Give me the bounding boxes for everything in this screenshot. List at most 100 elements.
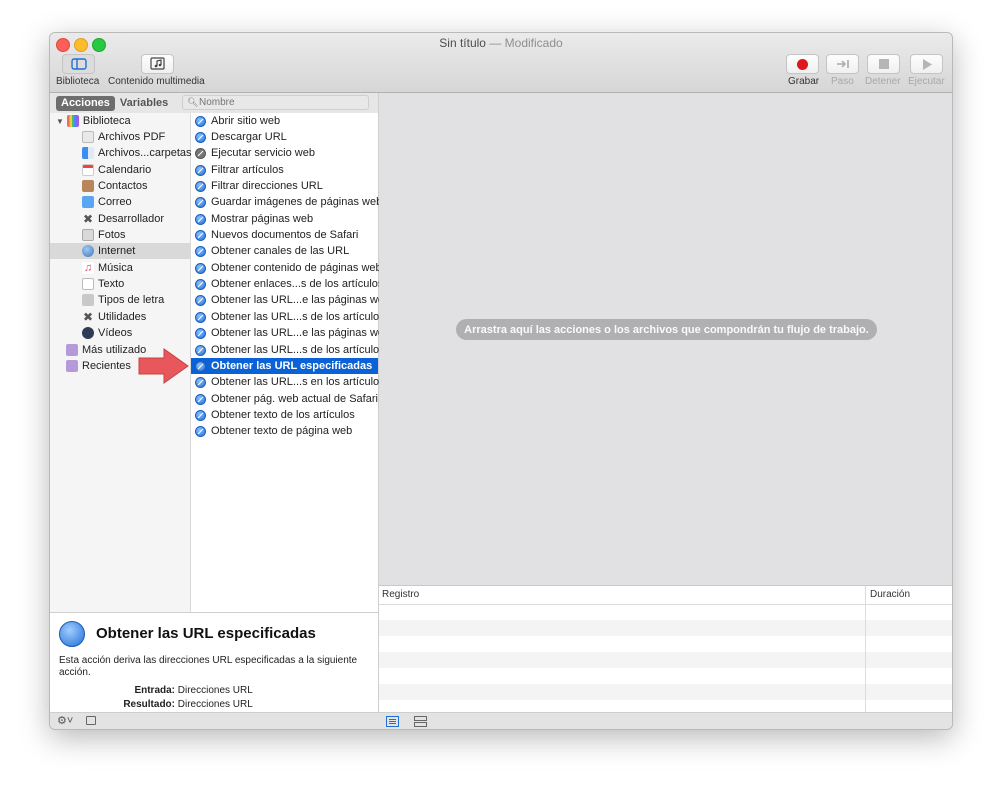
library-recent[interactable]: Recientes [66,358,131,374]
library-item[interactable]: Fotos [82,227,126,243]
library-item-label: Calendario [98,164,152,176]
description-title: Obtener las URL especificadas [96,625,316,642]
library-item[interactable]: Texto [82,276,124,292]
library-item[interactable]: Contactos [82,178,148,194]
library-item[interactable]: Calendario [82,162,151,178]
safari-icon [195,213,206,225]
action-item-selected[interactable]: Obtener las URL especificadas [191,358,378,374]
action-item[interactable]: Nuevos documentos de Safari [191,227,378,243]
action-item[interactable]: Obtener las URL...s de los artículos [191,309,385,325]
result-value: Direcciones URL [177,699,253,710]
library-item[interactable]: Vídeos [82,325,132,341]
action-label: Abrir sitio web [211,115,281,127]
library-item[interactable]: Archivos PDF [82,129,165,145]
action-label: Obtener pág. web actual de Safari [211,393,378,405]
log-panel: Registro Duración [379,585,952,713]
action-item[interactable]: Mostrar páginas web [191,211,378,227]
action-item[interactable]: Abrir sitio web [191,113,378,129]
action-item[interactable]: Obtener las URL...s en los artículos [191,374,385,390]
action-label: Obtener las URL especificadas [211,360,373,372]
library-icon [66,115,79,127]
duration-column-header[interactable]: Duración [870,589,910,600]
run-button[interactable] [910,54,943,74]
actions-list: Abrir sitio web Descargar URL Ejecutar s… [191,113,390,612]
window-title: Sin título — Modificado [50,36,952,50]
action-item[interactable]: Descargar URL [191,129,378,145]
library-item[interactable]: Correo [82,194,132,210]
log-row [379,652,952,668]
safari-icon [195,164,206,176]
bottom-bar: ⚙︎˅ [50,712,952,729]
action-item[interactable]: Obtener pág. web actual de Safari [191,391,378,407]
mail-icon [82,196,94,208]
disclosure-triangle-icon[interactable]: ▼ [56,117,64,126]
safari-icon [195,278,206,290]
pdf-icon [82,131,94,143]
stop-label: Detener [865,76,901,87]
library-item[interactable]: Archivos...carpetas [82,145,192,161]
action-item[interactable]: Obtener las URL...e las páginas web [191,292,390,308]
log-row [379,620,952,636]
internet-icon [82,245,94,257]
library-item-selected[interactable]: Internet [50,243,190,259]
media-button[interactable] [141,54,174,74]
developer-icon: ✖︎ [82,212,94,226]
action-item[interactable]: Obtener texto de página web [191,423,378,439]
record-icon [797,58,808,70]
action-item[interactable]: Obtener enlaces...s de los artículos [191,276,383,292]
library-item[interactable]: Tipos de letra [82,292,164,308]
show-description-icon[interactable] [86,716,96,725]
safari-icon [59,621,85,647]
smart-folder-icon [66,360,78,372]
library-item-label: Internet [98,245,136,257]
library-item[interactable]: ✖︎ Utilidades [82,309,146,325]
log-column-header[interactable]: Registro [382,589,419,600]
text-icon [82,278,94,290]
list-view-icon[interactable] [386,716,399,727]
action-label: Obtener las URL...s en los artículos [211,376,385,388]
action-label: Obtener texto de los artículos [211,409,355,421]
action-item[interactable]: Filtrar direcciones URL [191,178,378,194]
action-item[interactable]: Guardar imágenes de páginas web [191,194,382,210]
action-item[interactable]: Obtener contenido de páginas web [191,260,382,276]
action-item[interactable]: Filtrar artículos [191,162,378,178]
record-button[interactable] [786,54,819,74]
library-item[interactable]: ✖︎ Desarrollador [82,211,164,227]
videos-icon [82,327,94,339]
action-item[interactable]: Obtener texto de los artículos [191,407,378,423]
sidebar-icon [70,58,87,70]
tools-icon [195,147,206,159]
action-label: Obtener las URL...s de los artículos [211,311,385,323]
step-button[interactable] [826,54,859,74]
safari-icon [195,409,206,421]
split-view-icon[interactable] [414,716,427,727]
tab-actions[interactable]: Acciones [56,96,115,111]
action-description-panel: Obtener las URL especificadas Esta acció… [50,612,379,713]
library-item-label: Música [98,262,133,274]
safari-icon [195,180,206,192]
gear-icon[interactable]: ⚙︎˅ [57,714,73,727]
tab-variables[interactable]: Variables [115,96,173,111]
action-label: Obtener texto de página web [211,425,353,437]
workflow-canvas[interactable]: Arrastra aquí las acciones o los archivo… [379,93,952,585]
action-item[interactable]: Obtener las URL...s de los artículos [191,342,385,358]
tab-switcher: Acciones Variables [56,96,173,111]
library-item[interactable]: ♫ Música [82,260,133,276]
safari-icon [195,229,206,241]
action-label: Ejecutar servicio web [211,147,315,159]
action-item[interactable]: Obtener canales de las URL [191,243,378,259]
search-field[interactable]: 🔍︎ [182,95,369,110]
action-item[interactable]: Obtener las URL...e las páginas web [191,325,390,341]
safari-icon [195,376,206,388]
library-most-used[interactable]: Más utilizado [66,342,146,358]
library-item-label: Contactos [98,180,148,192]
action-item[interactable]: Ejecutar servicio web [191,145,378,161]
action-label: Mostrar páginas web [211,213,314,225]
media-label: Contenido multimedia [108,76,205,87]
search-input[interactable] [199,96,364,109]
library-toggle-button[interactable] [62,54,95,74]
step-icon [836,60,849,68]
stop-button[interactable] [867,54,900,74]
library-root[interactable]: ▼ Biblioteca [56,113,131,129]
result-label: Resultado: [123,699,175,710]
